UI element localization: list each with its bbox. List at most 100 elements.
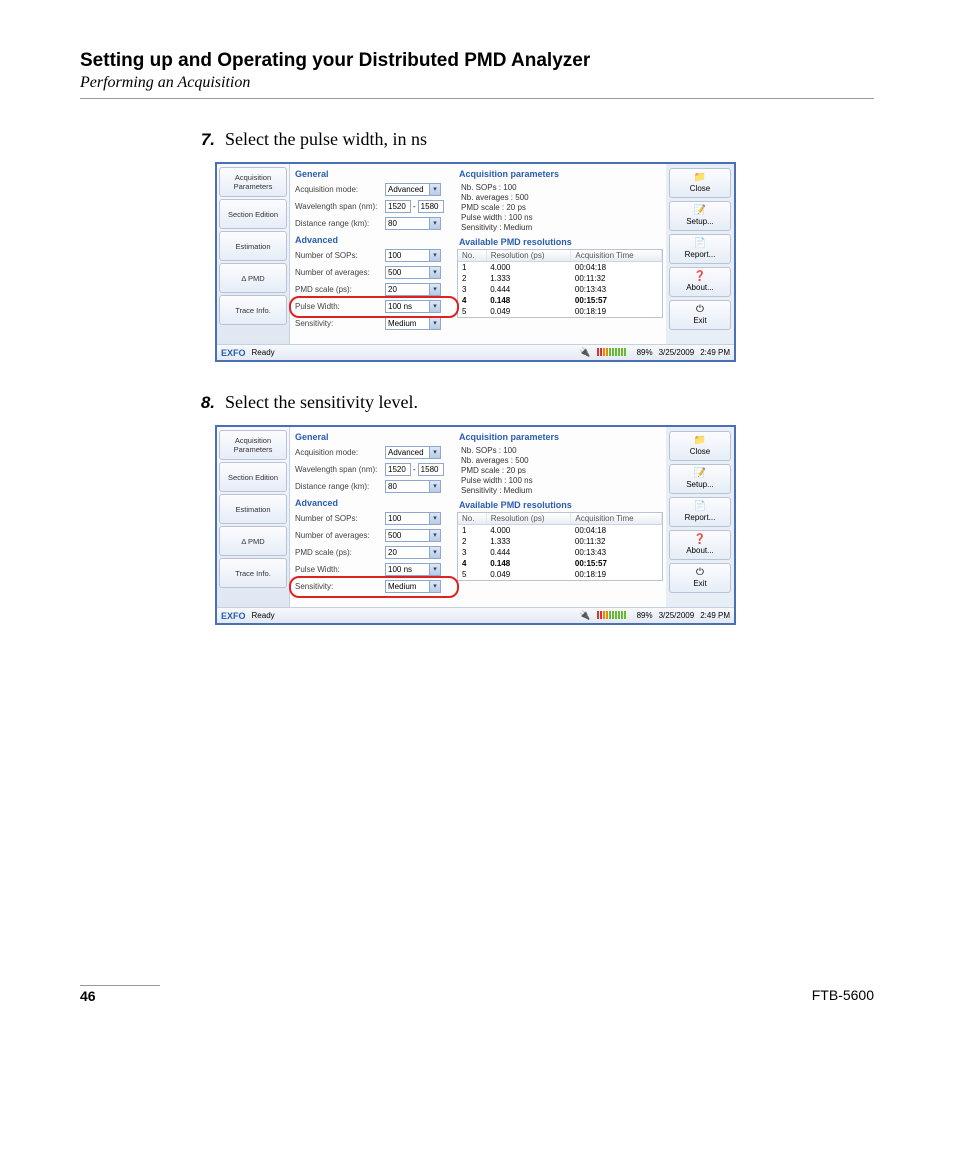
- table-row[interactable]: 14.00000:04:18: [458, 525, 662, 537]
- sidebar-item[interactable]: Estimation: [219, 231, 287, 261]
- pulsewidth-select[interactable]: 100 ns▾: [385, 563, 441, 576]
- distance-select[interactable]: 80▾: [385, 217, 441, 230]
- pulsewidth-label: Pulse Width:: [295, 302, 385, 311]
- advanced-title: Advanced: [295, 498, 453, 508]
- wavelength-to-input[interactable]: [418, 200, 444, 213]
- table-row[interactable]: 40.14800:15:57: [458, 558, 662, 569]
- advanced-title: Advanced: [295, 235, 453, 245]
- action-button-about...[interactable]: ❓About...: [669, 530, 731, 560]
- page-title: Setting up and Operating your Distribute…: [80, 50, 874, 72]
- pmdscale-select[interactable]: 20▾: [385, 546, 441, 559]
- table-header: Resolution (ps): [486, 250, 571, 262]
- action-button-setup...[interactable]: 📝Setup...: [669, 201, 731, 231]
- battery-icon: 🔌: [579, 347, 590, 358]
- sidebar-item[interactable]: Section Edition: [219, 199, 287, 229]
- chevron-down-icon: ▾: [429, 218, 440, 229]
- wavelength-from-input[interactable]: [385, 200, 411, 213]
- battery-icon: 🔌: [579, 610, 590, 621]
- sops-select[interactable]: 100▾: [385, 512, 441, 525]
- step-number: 7.: [185, 130, 215, 150]
- pmdscale-select[interactable]: 20▾: [385, 283, 441, 296]
- button-label: Setup...: [686, 217, 714, 226]
- pulsewidth-select[interactable]: 100 ns▾: [385, 300, 441, 313]
- chevron-down-icon: ▾: [429, 318, 440, 329]
- acq-mode-label: Acquisition mode:: [295, 185, 385, 194]
- action-button-report...[interactable]: 📄Report...: [669, 234, 731, 264]
- table-row[interactable]: 40.14800:15:57: [458, 295, 662, 306]
- distance-select[interactable]: 80▾: [385, 480, 441, 493]
- sidebar-item[interactable]: Acquisition Parameters: [219, 430, 287, 460]
- button-icon: 📝: [694, 206, 706, 216]
- resolutions-table: No.Resolution (ps)Acquisition Time14.000…: [457, 512, 663, 581]
- sidebar-item[interactable]: Δ PMD: [219, 263, 287, 293]
- acq-param-line: PMD scale : 20 ps: [461, 466, 659, 476]
- sops-select[interactable]: 100▾: [385, 249, 441, 262]
- resolutions-title: Available PMD resolutions: [459, 500, 663, 510]
- button-label: Setup...: [686, 480, 714, 489]
- product-code: FTB-5600: [812, 987, 874, 1003]
- resolutions-table: No.Resolution (ps)Acquisition Time14.000…: [457, 249, 663, 318]
- action-button-exit[interactable]: ⏻Exit: [669, 563, 731, 593]
- action-button-setup...[interactable]: 📝Setup...: [669, 464, 731, 494]
- chevron-down-icon: ▾: [429, 481, 440, 492]
- battery-pct: 89%: [637, 611, 653, 620]
- acq-param-line: Nb. averages : 500: [461, 456, 659, 466]
- pulsewidth-label: Pulse Width:: [295, 565, 385, 574]
- table-row[interactable]: 14.00000:04:18: [458, 262, 662, 274]
- pmdscale-label: PMD scale (ps):: [295, 548, 385, 557]
- wavelength-to-input[interactable]: [418, 463, 444, 476]
- status-date: 3/25/2009: [659, 611, 695, 620]
- action-button-about...[interactable]: ❓About...: [669, 267, 731, 297]
- sidebar-item[interactable]: Trace Info.: [219, 558, 287, 588]
- table-row[interactable]: 50.04900:18:19: [458, 569, 662, 580]
- status-bar: EXFO Ready 🔌 89% 3/25/2009 2:49 PM: [217, 344, 734, 360]
- general-title: General: [295, 432, 453, 442]
- sensitivity-select[interactable]: Medium▾: [385, 317, 441, 330]
- table-header: Acquisition Time: [571, 250, 662, 262]
- general-title: General: [295, 169, 453, 179]
- avg-select[interactable]: 500▾: [385, 529, 441, 542]
- button-label: About...: [686, 546, 714, 555]
- acq-param-line: Sensitivity : Medium: [461, 486, 659, 496]
- button-icon: ❓: [694, 535, 706, 545]
- acq-mode-select[interactable]: Advanced▾: [385, 183, 441, 196]
- sidebar-item[interactable]: Trace Info.: [219, 295, 287, 325]
- acq-params-block: Nb. SOPs : 100Nb. averages : 500PMD scal…: [457, 181, 663, 235]
- action-button-close[interactable]: 📁Close: [669, 431, 731, 461]
- action-button-exit[interactable]: ⏻Exit: [669, 300, 731, 330]
- button-icon: ❓: [694, 272, 706, 282]
- table-row[interactable]: 21.33300:11:32: [458, 273, 662, 284]
- button-label: Close: [690, 447, 710, 456]
- sidebar-item[interactable]: Estimation: [219, 494, 287, 524]
- wavelength-from-input[interactable]: [385, 463, 411, 476]
- action-button-report...[interactable]: 📄Report...: [669, 497, 731, 527]
- action-panel: 📁Close📝Setup...📄Report...❓About...⏻Exit: [666, 164, 734, 344]
- sidebar-item[interactable]: Section Edition: [219, 462, 287, 492]
- sensitivity-select[interactable]: Medium▾: [385, 580, 441, 593]
- status-state: Ready: [252, 348, 275, 357]
- acq-mode-label: Acquisition mode:: [295, 448, 385, 457]
- acq-param-line: Nb. SOPs : 100: [461, 183, 659, 193]
- table-row[interactable]: 30.44400:13:43: [458, 547, 662, 558]
- table-row[interactable]: 50.04900:18:19: [458, 306, 662, 317]
- acq-mode-select[interactable]: Advanced▾: [385, 446, 441, 459]
- avg-select[interactable]: 500▾: [385, 266, 441, 279]
- chevron-down-icon: ▾: [429, 184, 440, 195]
- sidebar-item[interactable]: Acquisition Parameters: [219, 167, 287, 197]
- chevron-down-icon: ▾: [429, 284, 440, 295]
- button-icon: 📝: [694, 469, 706, 479]
- action-button-close[interactable]: 📁Close: [669, 168, 731, 198]
- button-icon: ⏻: [696, 568, 704, 578]
- status-state: Ready: [252, 611, 275, 620]
- chevron-down-icon: ▾: [429, 513, 440, 524]
- chevron-down-icon: ▾: [429, 530, 440, 541]
- acq-param-line: Pulse width : 100 ns: [461, 213, 659, 223]
- table-row[interactable]: 30.44400:13:43: [458, 284, 662, 295]
- button-icon: 📄: [694, 502, 706, 512]
- status-time: 2:49 PM: [700, 611, 730, 620]
- sops-label: Number of SOPs:: [295, 251, 385, 260]
- sidebar: Acquisition ParametersSection EditionEst…: [217, 164, 290, 344]
- divider: [80, 98, 874, 99]
- sidebar-item[interactable]: Δ PMD: [219, 526, 287, 556]
- table-row[interactable]: 21.33300:11:32: [458, 536, 662, 547]
